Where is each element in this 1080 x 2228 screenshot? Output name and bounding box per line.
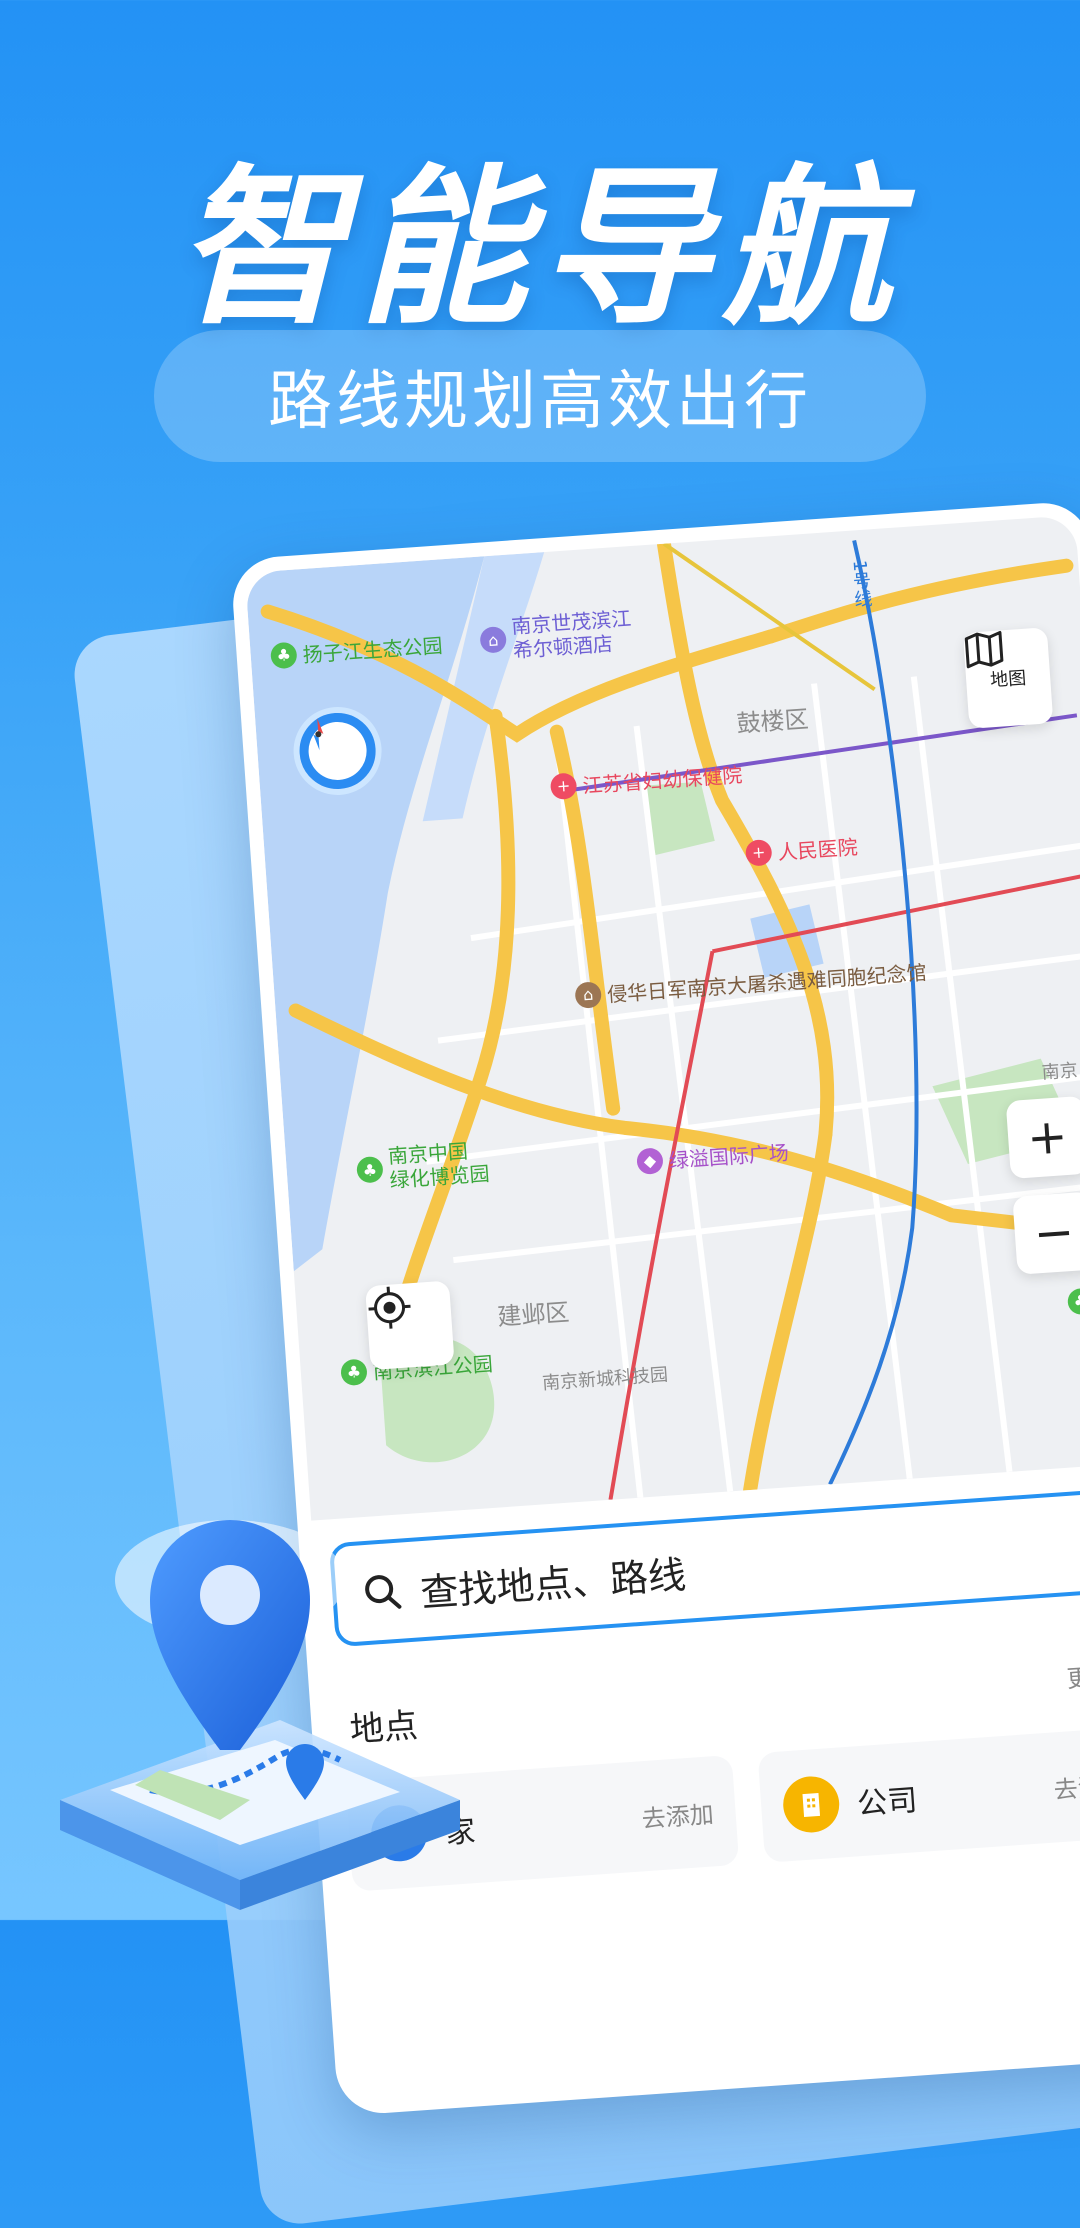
headline: 智能导航 bbox=[175, 150, 904, 348]
favorite-add-link[interactable]: 去添加 bbox=[640, 1794, 715, 1834]
map-icon bbox=[964, 630, 1004, 669]
map-pin-illustration bbox=[60, 1520, 460, 1910]
poi-park-2[interactable]: ♣ 南京中国 绿化博览园 bbox=[355, 1137, 490, 1194]
hotel-icon: ⌂ bbox=[479, 625, 508, 654]
compass-icon bbox=[313, 718, 324, 751]
edge-park-label: ♣ 南京 bbox=[1066, 1282, 1080, 1316]
metro-line-label: 1号线 bbox=[848, 559, 873, 609]
subtitle-pill: 路线规划高效出行 bbox=[154, 330, 926, 462]
building-icon bbox=[781, 1774, 842, 1835]
locate-button[interactable] bbox=[364, 1280, 455, 1371]
edge-label: 南京 bbox=[1041, 1060, 1079, 1084]
shopping-icon: ◆ bbox=[636, 1146, 664, 1175]
map-view[interactable]: ♣ 扬子江生态公园 ⌂ 南京世茂滨江 希尔顿酒店 鼓楼区 1号线 + 江苏省妇幼… bbox=[244, 514, 1080, 1521]
locate-icon bbox=[368, 1286, 411, 1329]
map-layers-button[interactable]: 地图 bbox=[962, 627, 1054, 729]
zoom-out-button[interactable]: − bbox=[1012, 1191, 1080, 1275]
zoom-in-button[interactable]: + bbox=[1005, 1095, 1080, 1180]
park-icon: ♣ bbox=[1066, 1287, 1080, 1315]
district-label-gulou: 鼓楼区 bbox=[735, 705, 810, 739]
museum-icon: ⌂ bbox=[574, 980, 603, 1009]
subtitle-text: 路线规划高效出行 bbox=[268, 365, 812, 439]
favorite-label: 公司 bbox=[856, 1783, 919, 1823]
district-label-jianye: 建邺区 bbox=[496, 1298, 571, 1332]
park-icon: ♣ bbox=[340, 1357, 368, 1386]
hospital-icon: + bbox=[744, 838, 773, 867]
poi-label: 人民医院 bbox=[776, 834, 859, 865]
favorite-add-link[interactable]: 去添加 bbox=[1052, 1765, 1080, 1805]
park-icon: ♣ bbox=[269, 641, 298, 669]
hospital-icon: + bbox=[549, 771, 578, 800]
map-layers-label: 地图 bbox=[989, 667, 1027, 692]
favorite-company[interactable]: 公司 去添加 bbox=[757, 1726, 1080, 1863]
favorites-more-link[interactable]: 更多 › bbox=[1065, 1655, 1080, 1694]
park-icon: ♣ bbox=[355, 1155, 384, 1184]
